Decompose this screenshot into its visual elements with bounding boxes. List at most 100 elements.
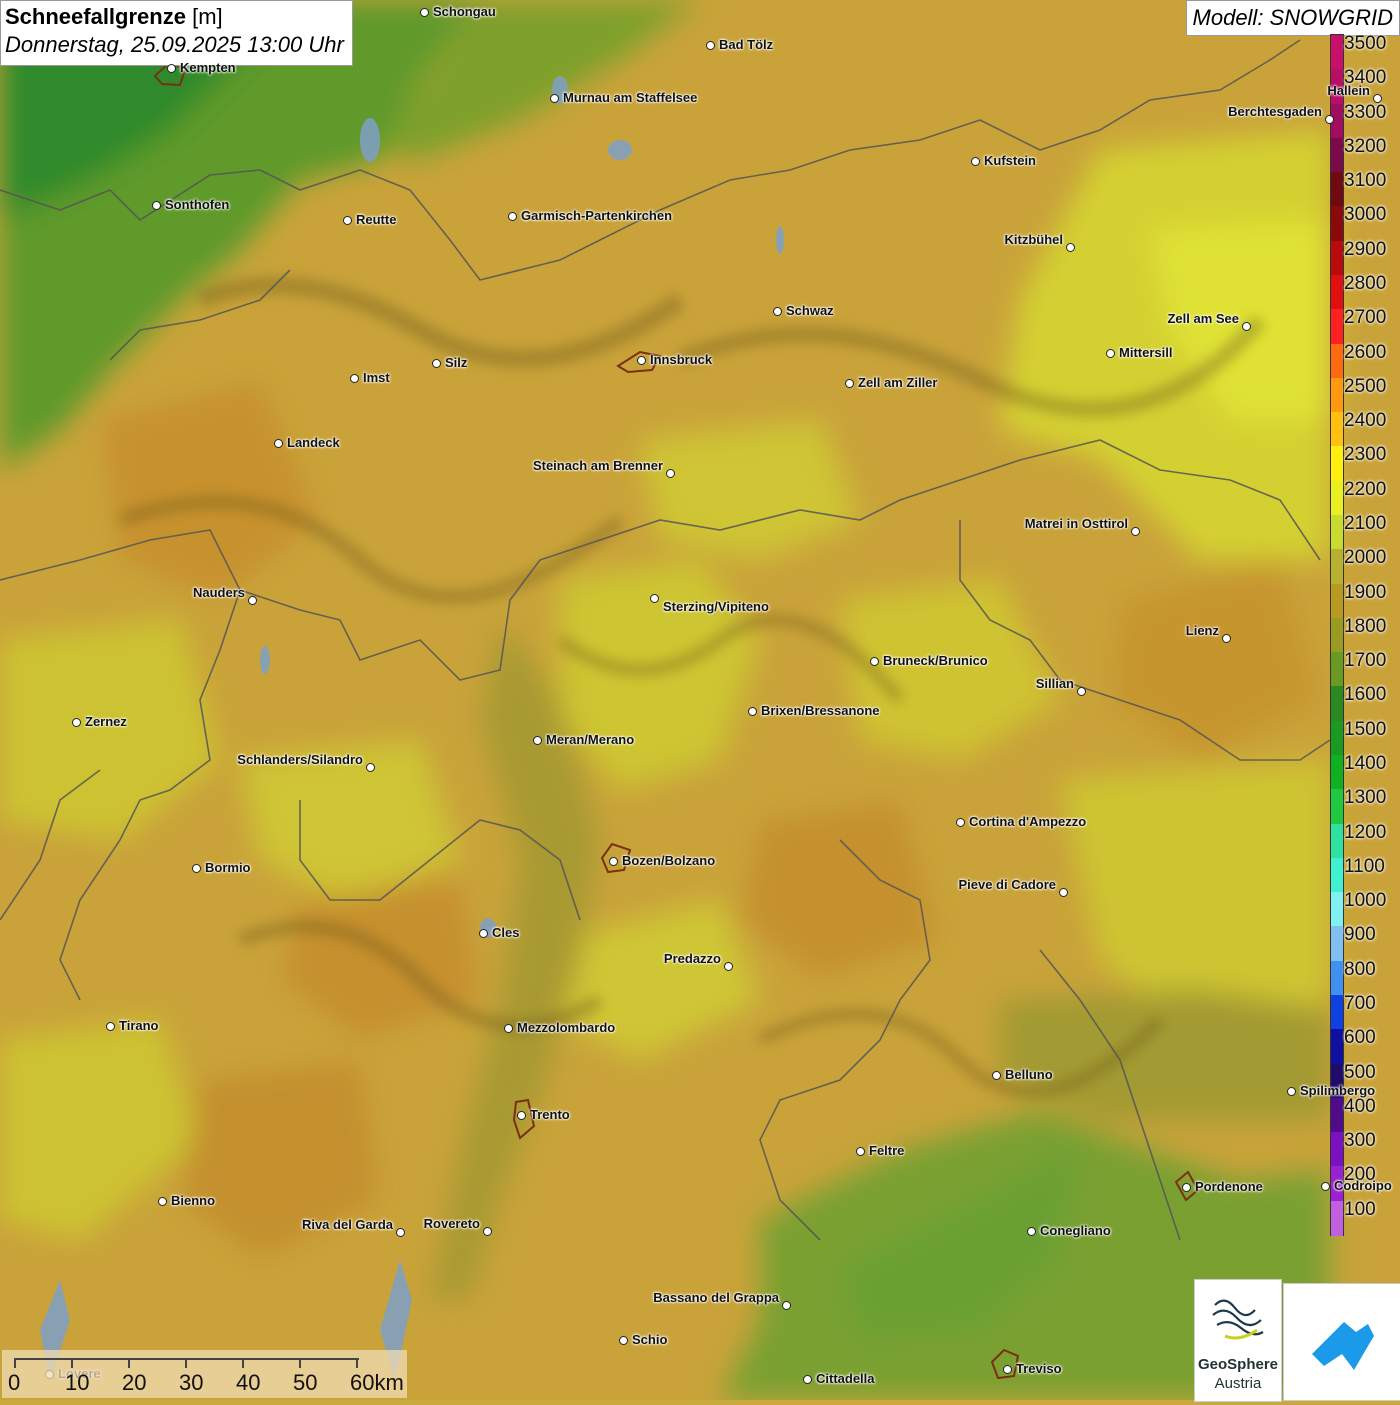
- city-label[interactable]: Riva del Garda: [302, 1217, 393, 1232]
- city-label[interactable]: Mezzolombardo: [517, 1020, 615, 1035]
- city-label[interactable]: Treviso: [1016, 1361, 1062, 1376]
- city-marker[interactable]: [1325, 115, 1334, 124]
- city-marker[interactable]: [724, 962, 733, 971]
- city-label[interactable]: Zell am See: [1167, 311, 1239, 326]
- geosphere-logo[interactable]: GeoSphere Austria: [1194, 1279, 1282, 1402]
- city-marker[interactable]: [870, 657, 879, 666]
- city-label[interactable]: Kempten: [180, 60, 236, 75]
- city-label[interactable]: Silz: [445, 355, 467, 370]
- city-marker[interactable]: [1242, 322, 1251, 331]
- city-marker[interactable]: [158, 1197, 167, 1206]
- city-marker[interactable]: [845, 379, 854, 388]
- city-marker[interactable]: [508, 212, 517, 221]
- city-label[interactable]: Garmisch-Partenkirchen: [521, 208, 672, 223]
- city-marker[interactable]: [343, 216, 352, 225]
- city-marker[interactable]: [1321, 1182, 1330, 1191]
- city-label[interactable]: Nauders: [193, 585, 245, 600]
- city-marker[interactable]: [366, 763, 375, 772]
- city-marker[interactable]: [479, 929, 488, 938]
- city-marker[interactable]: [1066, 243, 1075, 252]
- city-marker[interactable]: [533, 736, 542, 745]
- city-marker[interactable]: [167, 64, 176, 73]
- city-marker[interactable]: [396, 1228, 405, 1237]
- city-marker[interactable]: [706, 41, 715, 50]
- city-label[interactable]: Meran/Merano: [546, 732, 634, 747]
- city-label[interactable]: Steinach am Brenner: [533, 458, 663, 473]
- city-marker[interactable]: [350, 374, 359, 383]
- weather-app-logo[interactable]: [1283, 1283, 1400, 1401]
- city-marker[interactable]: [1003, 1365, 1012, 1374]
- city-marker[interactable]: [274, 439, 283, 448]
- city-label[interactable]: Cles: [492, 925, 519, 940]
- city-marker[interactable]: [248, 596, 257, 605]
- city-marker[interactable]: [517, 1111, 526, 1120]
- city-marker[interactable]: [1027, 1227, 1036, 1236]
- city-label[interactable]: Murnau am Staffelsee: [563, 90, 697, 105]
- city-marker[interactable]: [192, 864, 201, 873]
- city-label[interactable]: Trento: [530, 1107, 570, 1122]
- city-label[interactable]: Kufstein: [984, 153, 1036, 168]
- city-marker[interactable]: [1222, 634, 1231, 643]
- city-marker[interactable]: [971, 157, 980, 166]
- city-label[interactable]: Bassano del Grappa: [653, 1290, 779, 1305]
- city-marker[interactable]: [637, 356, 646, 365]
- city-label[interactable]: Tirano: [119, 1018, 159, 1033]
- city-label[interactable]: Bad Tölz: [719, 37, 773, 52]
- city-marker[interactable]: [1059, 888, 1068, 897]
- city-marker[interactable]: [992, 1071, 1001, 1080]
- city-label[interactable]: Reutte: [356, 212, 396, 227]
- city-label[interactable]: Sterzing/Vipiteno: [663, 599, 769, 614]
- city-label[interactable]: Lienz: [1186, 623, 1219, 638]
- city-label[interactable]: Kitzbühel: [1005, 232, 1064, 247]
- city-marker[interactable]: [420, 8, 429, 17]
- city-label[interactable]: Pordenone: [1195, 1179, 1263, 1194]
- city-label[interactable]: Berchtesgaden: [1228, 104, 1322, 119]
- city-marker[interactable]: [856, 1147, 865, 1156]
- city-marker[interactable]: [432, 359, 441, 368]
- city-label[interactable]: Bozen/Bolzano: [622, 853, 715, 868]
- city-marker[interactable]: [609, 857, 618, 866]
- city-label[interactable]: Schwaz: [786, 303, 834, 318]
- city-marker[interactable]: [1182, 1183, 1191, 1192]
- city-marker[interactable]: [1131, 527, 1140, 536]
- city-marker[interactable]: [803, 1375, 812, 1384]
- city-label[interactable]: Hallein: [1327, 83, 1370, 98]
- city-label[interactable]: Conegliano: [1040, 1223, 1111, 1238]
- city-label[interactable]: Imst: [363, 370, 390, 385]
- city-marker[interactable]: [650, 594, 659, 603]
- city-label[interactable]: Zernez: [85, 714, 127, 729]
- city-marker[interactable]: [1373, 94, 1382, 103]
- city-marker[interactable]: [956, 818, 965, 827]
- city-marker[interactable]: [782, 1301, 791, 1310]
- city-marker[interactable]: [619, 1336, 628, 1345]
- city-label[interactable]: Cortina d'Ampezzo: [969, 814, 1086, 829]
- city-marker[interactable]: [1287, 1087, 1296, 1096]
- city-label[interactable]: Zell am Ziller: [858, 375, 937, 390]
- city-label[interactable]: Schio: [632, 1332, 667, 1347]
- city-label[interactable]: Mittersill: [1119, 345, 1172, 360]
- city-label[interactable]: Schlanders/Silandro: [237, 752, 363, 767]
- city-label[interactable]: Predazzo: [664, 951, 721, 966]
- city-marker[interactable]: [106, 1022, 115, 1031]
- city-label[interactable]: Codroipo: [1334, 1178, 1392, 1193]
- city-label[interactable]: Spilimbergo: [1300, 1083, 1375, 1098]
- city-label[interactable]: Sonthofen: [165, 197, 229, 212]
- city-label[interactable]: Rovereto: [424, 1216, 480, 1231]
- city-marker[interactable]: [152, 201, 161, 210]
- city-label[interactable]: Belluno: [1005, 1067, 1053, 1082]
- city-label[interactable]: Brixen/Bressanone: [761, 703, 880, 718]
- city-label[interactable]: Cittadella: [816, 1371, 875, 1386]
- city-label[interactable]: Matrei in Osttirol: [1025, 516, 1128, 531]
- city-label[interactable]: Sillian: [1036, 676, 1074, 691]
- city-label[interactable]: Bruneck/Brunico: [883, 653, 988, 668]
- city-marker[interactable]: [1106, 349, 1115, 358]
- city-label[interactable]: Landeck: [287, 435, 340, 450]
- city-marker[interactable]: [504, 1024, 513, 1033]
- city-label[interactable]: Pieve di Cadore: [958, 877, 1056, 892]
- city-label[interactable]: Innsbruck: [650, 352, 712, 367]
- city-marker[interactable]: [550, 94, 559, 103]
- city-marker[interactable]: [72, 718, 81, 727]
- city-label[interactable]: Feltre: [869, 1143, 904, 1158]
- city-label[interactable]: Bienno: [171, 1193, 215, 1208]
- city-marker[interactable]: [483, 1227, 492, 1236]
